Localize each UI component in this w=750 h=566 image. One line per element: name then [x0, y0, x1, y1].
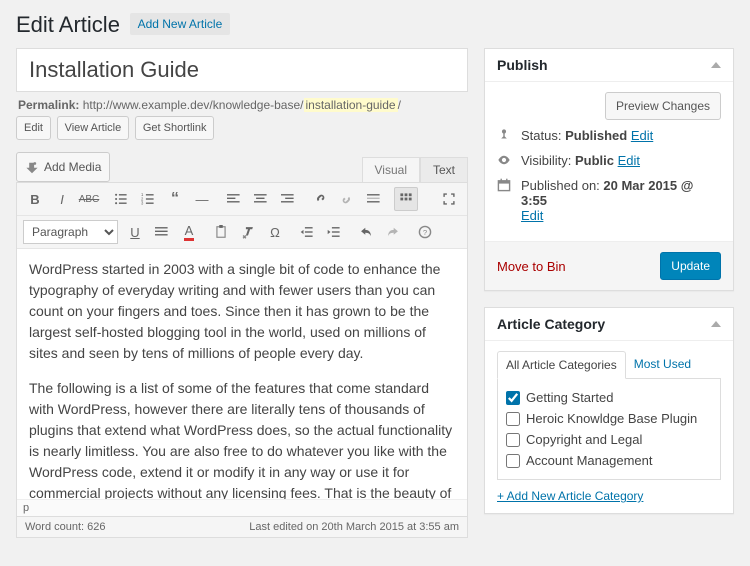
visibility-icon [497, 153, 513, 170]
update-button[interactable]: Update [660, 252, 721, 280]
category-checkbox[interactable] [506, 391, 520, 405]
align-left-icon[interactable] [222, 187, 246, 211]
editor: B I ABC 123 “ — [16, 182, 468, 538]
add-new-article-button[interactable]: Add New Article [130, 13, 231, 35]
align-right-icon[interactable] [276, 187, 300, 211]
strikethrough-icon[interactable]: ABC [77, 187, 101, 211]
clear-formatting-icon[interactable] [236, 220, 260, 244]
tab-text[interactable]: Text [420, 157, 468, 182]
fullscreen-icon[interactable] [437, 187, 461, 211]
tab-all-categories[interactable]: All Article Categories [497, 351, 626, 379]
preview-changes-button[interactable]: Preview Changes [605, 92, 721, 120]
unlink-icon[interactable] [335, 187, 359, 211]
publish-box: Publish Preview Changes Status: Publishe… [484, 48, 734, 291]
last-edited: Last edited on 20th March 2015 at 3:55 a… [249, 521, 459, 533]
element-path: p [17, 499, 467, 516]
toolbar-row-2: Paragraph U A Ω ? [17, 216, 467, 249]
link-icon[interactable] [308, 187, 332, 211]
toolbar-row-1: B I ABC 123 “ — [17, 183, 467, 216]
bullet-list-icon[interactable] [109, 187, 133, 211]
get-shortlink-button[interactable]: Get Shortlink [135, 116, 215, 140]
edit-date-link[interactable]: Edit [521, 208, 543, 223]
category-checkbox[interactable] [506, 433, 520, 447]
format-select[interactable]: Paragraph [23, 220, 118, 244]
align-justify-icon[interactable] [150, 220, 174, 244]
status-bar: Word count: 626 Last edited on 20th Marc… [17, 516, 467, 537]
category-box: Article Category All Article Categories … [484, 307, 734, 514]
pin-icon [497, 128, 513, 145]
page-title: Edit Article [16, 12, 120, 38]
edit-visibility-link[interactable]: Edit [618, 153, 640, 168]
calendar-icon [497, 178, 513, 195]
publish-heading[interactable]: Publish [485, 49, 733, 82]
underline-icon[interactable]: U [123, 220, 147, 244]
outdent-icon[interactable] [295, 220, 319, 244]
collapse-icon [711, 62, 721, 68]
tab-most-used[interactable]: Most Used [626, 351, 699, 378]
paste-text-icon[interactable] [209, 220, 233, 244]
undo-icon[interactable] [354, 220, 378, 244]
category-item[interactable]: Copyright and Legal [506, 429, 712, 450]
help-icon[interactable]: ? [413, 220, 437, 244]
category-heading[interactable]: Article Category [485, 308, 733, 341]
post-title-input[interactable] [16, 48, 468, 92]
category-checkbox[interactable] [506, 454, 520, 468]
permalink-row: Permalink: http://www.example.dev/knowle… [18, 98, 466, 112]
permalink-slug[interactable]: installation-guide [304, 98, 398, 112]
page-header: Edit Article Add New Article [16, 12, 734, 38]
edit-permalink-button[interactable]: Edit [16, 116, 51, 140]
hr-icon[interactable]: — [190, 187, 214, 211]
category-checkbox[interactable] [506, 412, 520, 426]
insert-more-icon[interactable] [362, 187, 386, 211]
special-char-icon[interactable]: Ω [263, 220, 287, 244]
move-to-bin-link[interactable]: Move to Bin [497, 259, 566, 274]
category-item[interactable]: Getting Started [506, 387, 712, 408]
add-new-category-link[interactable]: + Add New Article Category [497, 489, 643, 503]
text-color-icon[interactable]: A [177, 220, 201, 244]
svg-text:3: 3 [141, 201, 144, 206]
numbered-list-icon[interactable]: 123 [136, 187, 160, 211]
redo-icon[interactable] [381, 220, 405, 244]
category-item[interactable]: Account Management [506, 450, 712, 471]
add-media-button[interactable]: Add Media [16, 152, 110, 182]
toolbar-toggle-icon[interactable] [394, 187, 418, 211]
tab-visual[interactable]: Visual [362, 157, 420, 182]
collapse-icon [711, 321, 721, 327]
edit-status-link[interactable]: Edit [631, 128, 653, 143]
view-article-button[interactable]: View Article [57, 116, 130, 140]
align-center-icon[interactable] [249, 187, 273, 211]
italic-icon[interactable]: I [50, 187, 74, 211]
indent-icon[interactable] [322, 220, 346, 244]
editor-content[interactable]: WordPress started in 2003 with a single … [17, 249, 467, 499]
word-count: Word count: 626 [25, 521, 106, 533]
bold-icon[interactable]: B [23, 187, 47, 211]
category-item[interactable]: Heroic Knowldge Base Plugin [506, 408, 712, 429]
svg-text:?: ? [423, 228, 427, 237]
blockquote-icon[interactable]: “ [163, 187, 187, 211]
media-icon [25, 160, 39, 174]
